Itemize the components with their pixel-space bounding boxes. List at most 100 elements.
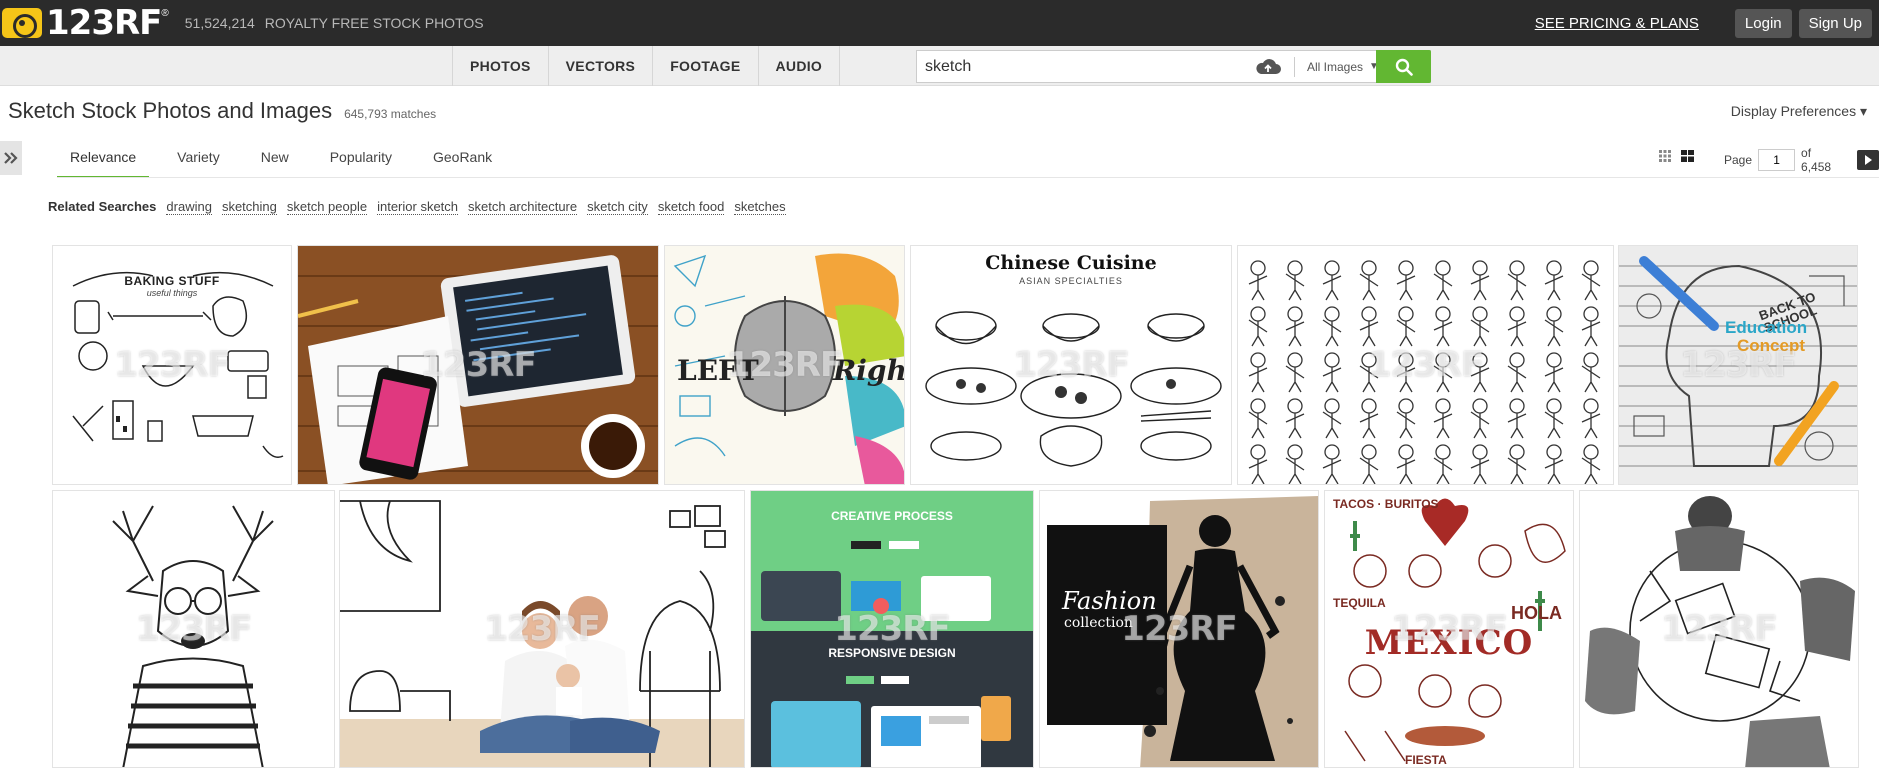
top-bar: 123RF ® 51,524,214 ROYALTY FREE STOCK PH… xyxy=(0,0,1879,46)
kid-doodle xyxy=(1396,306,1416,347)
search-separator xyxy=(1294,56,1295,77)
kid-doodle xyxy=(1507,444,1527,484)
kid-doodle xyxy=(1507,306,1527,347)
tile-brain-right: Right xyxy=(833,354,905,387)
result-image-tablet-wood[interactable]: 123RF xyxy=(297,245,659,485)
sort-tab-variety[interactable]: Variety xyxy=(164,140,233,178)
kid-doodle xyxy=(1581,398,1601,439)
kid-doodle xyxy=(1322,444,1342,484)
next-page-button[interactable] xyxy=(1857,150,1879,170)
tile-mexico-fiesta: FIESTA xyxy=(1405,753,1447,767)
nav-bar: PHOTOS VECTORS FOOTAGE AUDIO All Images … xyxy=(0,46,1879,86)
result-image-creative-process[interactable]: CREATIVE PROCESS RESPONSIVE DESIGN 123RF xyxy=(750,490,1034,768)
sort-divider xyxy=(57,177,1879,178)
tile-chinese-title: Chinese Cuisine xyxy=(985,252,1157,274)
kid-doodle xyxy=(1544,260,1564,301)
kid-doodle xyxy=(1248,444,1268,484)
kid-doodle xyxy=(1433,260,1453,301)
kid-doodle xyxy=(1581,260,1601,301)
kid-doodle xyxy=(1285,352,1305,393)
page-total: of 6,458 xyxy=(1801,146,1832,174)
result-image-mexico-doodles[interactable]: TACOS · BURITOS TEQUILA HOLA MEXICO FIES… xyxy=(1324,490,1574,768)
large-grid-icon[interactable] xyxy=(1681,150,1694,162)
page-number-input[interactable] xyxy=(1758,149,1796,171)
upload-cloud-icon[interactable] xyxy=(1254,57,1282,77)
display-preferences-button[interactable]: Display Preferences ▾ xyxy=(1731,103,1867,120)
small-grid-icon[interactable] xyxy=(1659,150,1671,162)
login-button[interactable]: Login xyxy=(1734,8,1792,38)
result-image-baking-stuff[interactable]: BAKING STUFF useful things 123RF xyxy=(52,245,292,485)
photo-count: 51,524,214 xyxy=(184,15,255,31)
watermark: 123RF xyxy=(1367,345,1484,385)
related-link-sketch-city[interactable]: sketch city xyxy=(587,199,648,215)
related-link-interior-sketch[interactable]: interior sketch xyxy=(377,199,459,215)
kid-doodle xyxy=(1396,444,1416,484)
watermark: 123RF xyxy=(135,609,252,649)
tagline: 51,524,214 ROYALTY FREE STOCK PHOTOS xyxy=(185,15,484,31)
signup-button[interactable]: Sign Up xyxy=(1798,8,1872,38)
result-image-chinese-cuisine[interactable]: Chinese Cuisine ASIAN SPECIALTIES 123RF xyxy=(910,245,1232,485)
tile-baking-subtitle: useful things xyxy=(146,288,198,298)
result-image-education-concept[interactable]: BACK TO SCHOOL Education Concept 123RF xyxy=(1618,245,1858,485)
tile-education-line1: Education xyxy=(1725,318,1808,337)
sort-tab-new[interactable]: New xyxy=(248,140,302,178)
sort-tab-popularity[interactable]: Popularity xyxy=(317,140,405,178)
related-link-sketching[interactable]: sketching xyxy=(221,199,277,215)
registered-mark: ® xyxy=(161,8,169,19)
watermark: 123RF xyxy=(1013,345,1129,385)
search-icon xyxy=(1395,58,1413,76)
kid-doodle xyxy=(1396,260,1416,301)
watermark: 123RF xyxy=(420,345,536,385)
kid-doodle xyxy=(1248,260,1268,301)
kid-doodle xyxy=(1285,306,1305,347)
related-link-sketches[interactable]: sketches xyxy=(734,199,786,215)
page-title: Sketch Stock Photos and Images xyxy=(8,98,333,123)
kid-doodle xyxy=(1248,398,1268,439)
result-image-left-right-brain[interactable]: LEFT Right 123RF xyxy=(664,245,905,485)
kid-doodle xyxy=(1507,260,1527,301)
pagination: Page of 6,458 xyxy=(1724,146,1879,174)
site-logo[interactable]: 123RF ® xyxy=(2,0,169,46)
play-right-icon xyxy=(1865,155,1873,165)
kid-doodle xyxy=(1470,260,1490,301)
watermark: 123RF xyxy=(114,345,230,385)
double-chevron-right-icon xyxy=(4,152,18,164)
tile-baking-title: BAKING STUFF xyxy=(124,274,220,288)
kid-doodle xyxy=(1507,352,1527,393)
watermark: 123RF xyxy=(834,609,950,649)
kid-doodle xyxy=(1544,398,1564,439)
watermark: 123RF xyxy=(1680,345,1796,385)
pricing-link[interactable]: SEE PRICING & PLANS xyxy=(1535,15,1699,32)
search-button[interactable] xyxy=(1376,50,1431,83)
kid-doodle xyxy=(1470,444,1490,484)
kid-doodle xyxy=(1322,260,1342,301)
sidebar-toggle-button[interactable] xyxy=(0,141,22,175)
related-link-drawing[interactable]: drawing xyxy=(166,199,212,215)
kid-doodle xyxy=(1248,352,1268,393)
result-image-hipster-deer[interactable]: 123RF xyxy=(52,490,335,768)
watermark: 123RF xyxy=(726,345,843,385)
kid-doodle xyxy=(1322,352,1342,393)
related-link-sketch-architecture[interactable]: sketch architecture xyxy=(468,199,578,215)
tile-mexico-hola: HOLA xyxy=(1511,603,1562,623)
search-input[interactable] xyxy=(917,51,1242,82)
kid-doodle xyxy=(1581,352,1601,393)
watermark: 123RF xyxy=(484,609,600,649)
result-image-kids-doodles[interactable]: 123RF xyxy=(1237,245,1614,485)
search-bar: All Images ▼ xyxy=(916,50,1431,83)
result-image-family-sketch[interactable]: 123RF xyxy=(339,490,745,768)
image-type-select[interactable]: All Images ▼ xyxy=(1307,60,1379,74)
kid-doodle xyxy=(1248,306,1268,347)
kid-doodle xyxy=(1396,398,1416,439)
kid-doodle xyxy=(1285,398,1305,439)
result-image-fashion-collection[interactable]: Fashion collection 123RF xyxy=(1039,490,1319,768)
tab-audio[interactable]: AUDIO xyxy=(759,46,841,86)
tab-vectors[interactable]: VECTORS xyxy=(549,46,654,86)
sort-tab-relevance[interactable]: Relevance xyxy=(57,140,150,178)
related-link-sketch-people[interactable]: sketch people xyxy=(286,199,368,215)
tab-photos[interactable]: PHOTOS xyxy=(453,46,549,86)
result-image-people-at-table[interactable]: 123RF xyxy=(1579,490,1859,768)
sort-tab-georank[interactable]: GeoRank xyxy=(420,140,505,178)
tab-footage[interactable]: FOOTAGE xyxy=(653,46,759,86)
related-link-sketch-food[interactable]: sketch food xyxy=(657,199,725,215)
